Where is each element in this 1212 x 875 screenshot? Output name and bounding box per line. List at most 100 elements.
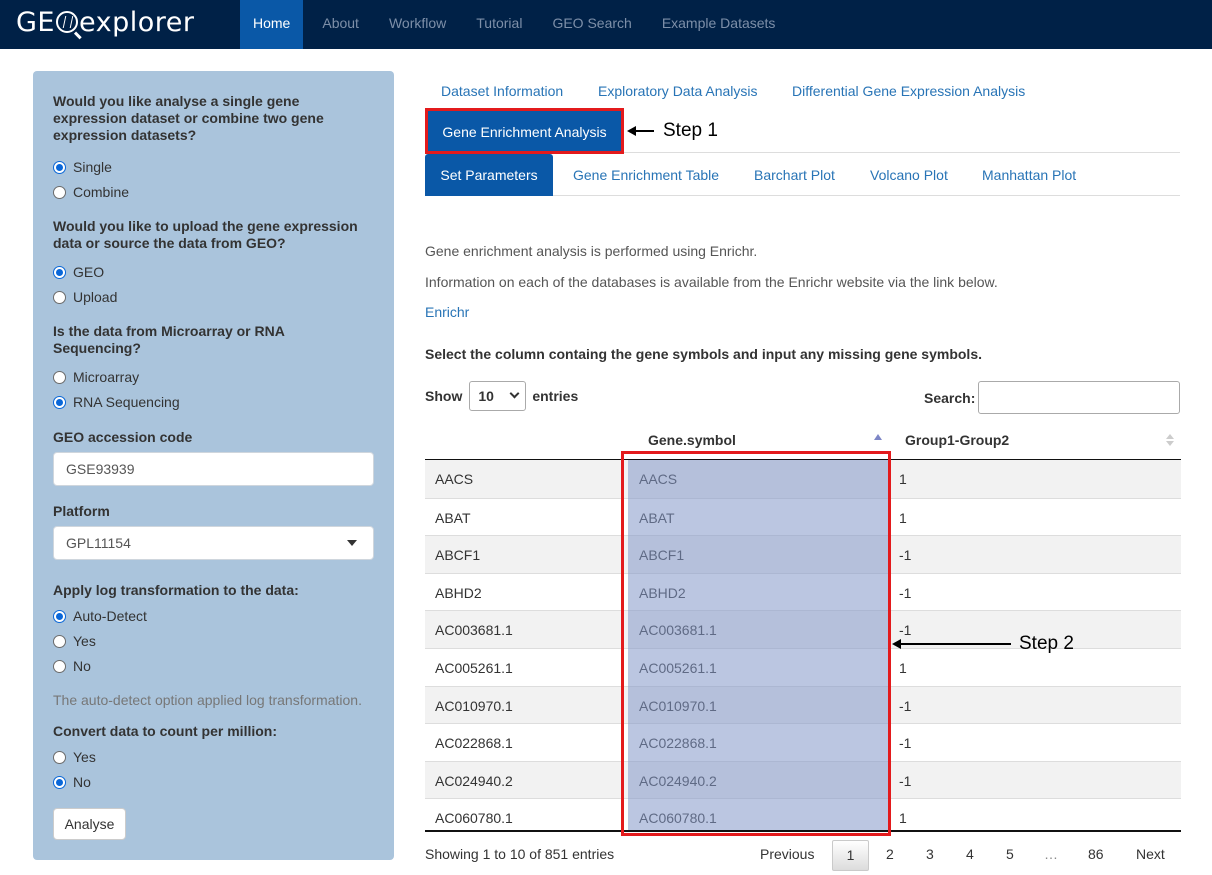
radio-empty-icon <box>53 185 66 199</box>
pager-ellipsis: … <box>1044 846 1058 862</box>
radio-label: Yes <box>73 749 96 765</box>
group-value-cell: -1 <box>899 735 912 752</box>
page-length-value: 10 <box>478 388 494 404</box>
radio-selected-icon <box>53 160 66 174</box>
platform-value: GPL11154 <box>66 535 131 551</box>
radio-log-no[interactable]: No <box>53 656 91 676</box>
nav-example-datasets[interactable]: Example Datasets <box>647 0 791 49</box>
row-name-cell: ABCF1 <box>435 547 481 564</box>
log-help-text: The auto-detect option applied log trans… <box>53 692 362 708</box>
entries-label: entries <box>532 388 579 404</box>
chevron-down-icon <box>509 388 520 399</box>
radio-label: Upload <box>73 289 118 305</box>
radio-label: Yes <box>73 633 96 649</box>
radio-label: Single <box>73 159 112 175</box>
nav-geo-search[interactable]: GEO Search <box>537 0 646 49</box>
tab-manhattan-plot[interactable]: Manhattan Plot <box>982 167 1076 183</box>
group-value-cell: 1 <box>899 659 907 676</box>
pager-page-4[interactable]: 4 <box>966 846 974 862</box>
nav-tutorial[interactable]: Tutorial <box>461 0 537 49</box>
tab-differential-expression[interactable]: Differential Gene Expression Analysis <box>792 83 1025 99</box>
nav-about[interactable]: About <box>307 0 374 49</box>
radio-microarray[interactable]: Microarray <box>53 367 139 387</box>
radio-single[interactable]: Single <box>53 157 112 177</box>
pager-previous[interactable]: Previous <box>760 846 814 862</box>
sidebar-panel: Would you like analyse a single gene exp… <box>33 71 394 860</box>
step2-arrow-line <box>899 643 1011 645</box>
radio-geo[interactable]: GEO <box>53 262 104 282</box>
row-name-cell: ABHD2 <box>435 584 482 601</box>
geo-accession-input[interactable]: GSE93939 <box>53 452 374 486</box>
navbar: GE explorer Home About Workflow Tutorial … <box>0 0 1212 49</box>
log-transform-label: Apply log transformation to the data: <box>53 582 299 598</box>
page-length-control: Show 10 entries <box>425 381 578 411</box>
nav-home[interactable]: Home <box>240 0 304 49</box>
radio-empty-icon <box>53 634 66 648</box>
step2-highlight <box>621 451 891 836</box>
pager-next[interactable]: Next <box>1136 846 1165 862</box>
tab-exploratory-data-analysis[interactable]: Exploratory Data Analysis <box>598 83 758 99</box>
header-group1-group2[interactable]: Group1-Group2 <box>905 432 1009 448</box>
row-name-cell: AC005261.1 <box>435 659 513 676</box>
table-info: Showing 1 to 10 of 851 entries <box>425 846 615 862</box>
radio-cpm-no[interactable]: No <box>53 772 91 792</box>
row-name-cell: AC010970.1 <box>435 697 513 714</box>
platform-label: Platform <box>53 503 110 519</box>
brand-left: GE <box>16 7 55 38</box>
row-name-cell: AC060780.1 <box>435 810 513 827</box>
step1-arrow-line <box>634 130 654 132</box>
search-label: Search: <box>924 390 976 406</box>
radio-rna-sequencing[interactable]: RNA Sequencing <box>53 392 180 412</box>
header-gene-symbol[interactable]: Gene.symbol <box>648 432 736 448</box>
pager-page-2[interactable]: 2 <box>886 846 894 862</box>
radio-cpm-yes[interactable]: Yes <box>53 747 96 767</box>
geo-accession-label: GEO accession code <box>53 429 193 445</box>
radio-label: Auto-Detect <box>73 608 147 624</box>
group-value-cell: -1 <box>899 622 912 639</box>
group-value-cell: -1 <box>899 547 912 564</box>
subtab-divider <box>553 195 1180 196</box>
page-length-select[interactable]: 10 <box>469 381 527 411</box>
tab-dataset-information[interactable]: Dataset Information <box>441 83 563 99</box>
radio-label: No <box>73 774 91 790</box>
radio-label: RNA Sequencing <box>73 394 180 410</box>
row-name-cell: AACS <box>435 471 474 487</box>
platform-select[interactable]: GPL11154 <box>53 526 374 560</box>
app-logo[interactable]: GE explorer <box>16 7 194 38</box>
database-info-text: Information on each of the databases is … <box>425 274 998 290</box>
row-name-cell: AC003681.1 <box>435 622 513 639</box>
pager-page-current[interactable]: 1 <box>832 840 869 871</box>
row-name-cell: ABAT <box>435 509 471 526</box>
radio-empty-icon <box>53 750 66 764</box>
sort-both-icon <box>1166 434 1174 446</box>
radio-log-yes[interactable]: Yes <box>53 631 96 651</box>
radio-upload[interactable]: Upload <box>53 287 117 307</box>
row-name-cell: AC022868.1 <box>435 735 513 752</box>
nav-menu: Home About Workflow Tutorial GEO Search … <box>240 0 790 49</box>
tab-barchart-plot[interactable]: Barchart Plot <box>754 167 835 183</box>
radio-combine[interactable]: Combine <box>53 182 129 202</box>
radio-empty-icon <box>53 370 66 384</box>
nav-workflow[interactable]: Workflow <box>374 0 461 49</box>
pager-page-86[interactable]: 86 <box>1088 846 1104 862</box>
tab-gene-enrichment-table[interactable]: Gene Enrichment Table <box>573 167 719 183</box>
dna-magnifier-icon <box>55 11 78 33</box>
radio-selected-icon <box>53 609 66 623</box>
technology-question: Is the data from Microarray or RNA Seque… <box>53 323 285 356</box>
step1-highlight <box>425 108 624 154</box>
group-value-cell: 1 <box>899 509 907 526</box>
group-value-cell: 1 <box>899 471 907 487</box>
pager-page-3[interactable]: 3 <box>926 846 934 862</box>
analyse-button[interactable]: Analyse <box>53 808 126 840</box>
tab-set-parameters[interactable]: Set Parameters <box>425 154 553 196</box>
cpm-label: Convert data to count per million: <box>53 723 278 739</box>
tab-volcano-plot[interactable]: Volcano Plot <box>870 167 948 183</box>
dataset-mode-question: Would you like analyse a single gene exp… <box>53 93 324 143</box>
brand-right: explorer <box>78 7 195 38</box>
group-value-cell: 1 <box>899 810 907 827</box>
show-label: Show <box>425 388 463 404</box>
radio-auto-detect[interactable]: Auto-Detect <box>53 606 147 626</box>
pager-page-5[interactable]: 5 <box>1006 846 1014 862</box>
search-input[interactable] <box>978 381 1180 414</box>
enrichr-link[interactable]: Enrichr <box>425 304 469 320</box>
